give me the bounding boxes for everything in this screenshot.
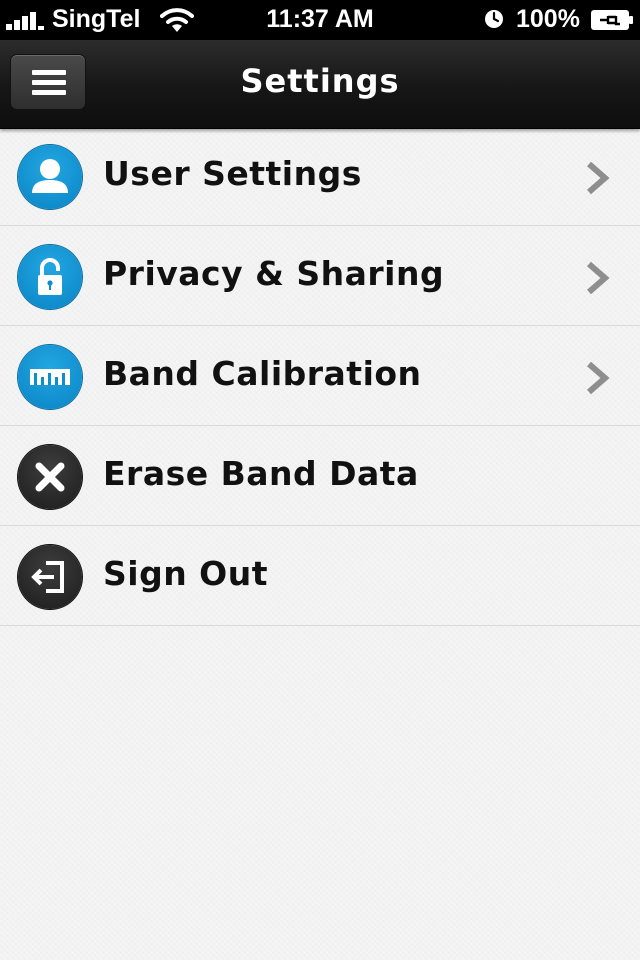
list-item-label: Erase Band Data: [103, 454, 419, 493]
chevron-right-icon: [587, 261, 610, 295]
navigation-bar: Settings: [0, 40, 640, 129]
list-item-band-calibration[interactable]: Band Calibration: [0, 326, 640, 426]
list-item-label: Band Calibration: [103, 354, 422, 393]
list-item-label: User Settings: [103, 154, 362, 193]
chevron-right-icon: [587, 361, 610, 395]
clock-icon: [485, 10, 503, 28]
list-item-sign-out[interactable]: Sign Out: [0, 526, 640, 626]
page-title: Settings: [240, 62, 400, 100]
battery-charging-icon: [591, 10, 633, 30]
erase-x-icon: [18, 445, 82, 509]
lock-icon: [18, 245, 82, 309]
sign-out-icon: [18, 545, 82, 609]
user-icon: [18, 145, 82, 209]
chevron-right-icon: [587, 161, 610, 195]
list-item-label: Sign Out: [103, 554, 269, 593]
list-item-erase-band-data[interactable]: Erase Band Data: [0, 426, 640, 526]
ruler-icon: [18, 345, 82, 409]
battery-percent: 100%: [516, 5, 580, 33]
status-bar: SingTel 11:37 AM 100%: [0, 0, 640, 40]
settings-list: User Settings Privacy & Sharing Band Cal…: [0, 126, 640, 626]
list-item-label: Privacy & Sharing: [103, 254, 445, 293]
list-item-user-settings[interactable]: User Settings: [0, 126, 640, 226]
list-item-privacy-sharing[interactable]: Privacy & Sharing: [0, 226, 640, 326]
